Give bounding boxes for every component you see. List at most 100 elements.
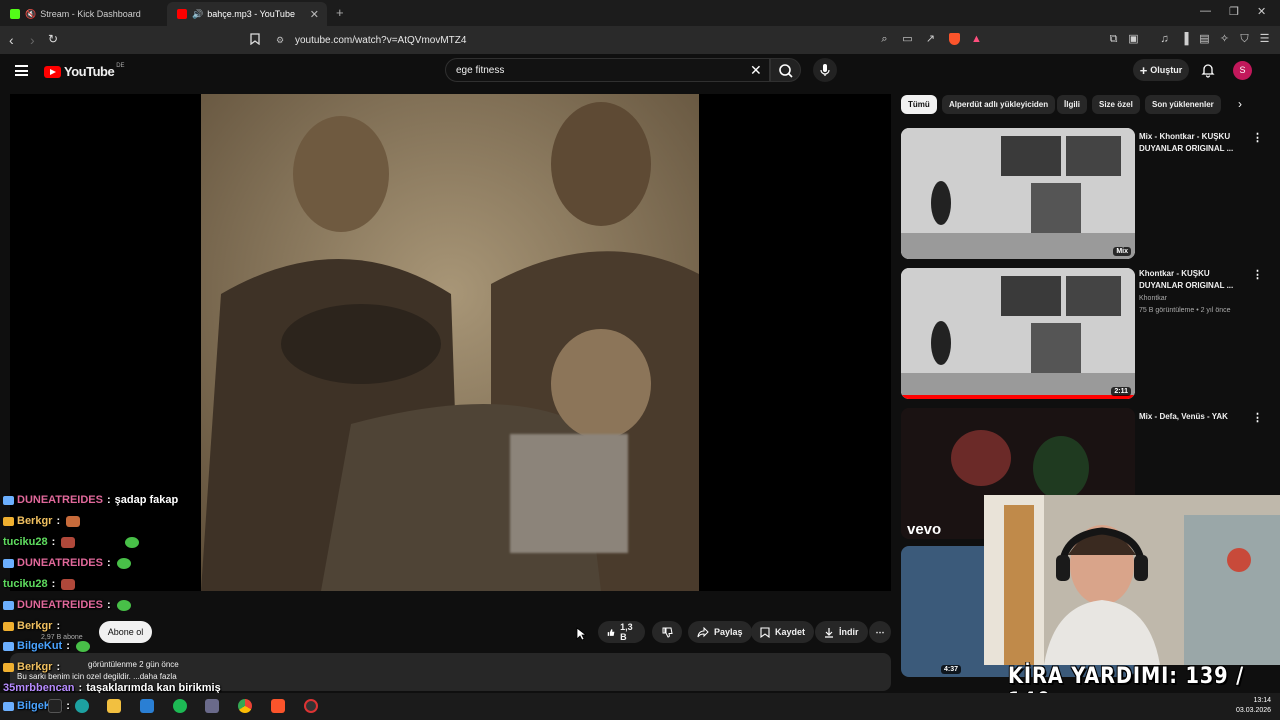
thumbs-up-icon (607, 628, 615, 636)
chat-message: tuciku28: (3, 536, 140, 548)
recommendation-meta: 75 B görüntüleme • 2 yıl önce (1139, 307, 1231, 314)
chip-from-uploader[interactable]: Alperdüt adlı yükleyiciden (942, 95, 1056, 114)
sidebar-icon[interactable]: ▐ (1178, 33, 1191, 46)
download-button[interactable]: İndir (815, 621, 868, 643)
notifications-bell-icon[interactable] (1200, 62, 1216, 78)
more-actions-button[interactable]: ⋯ (869, 621, 891, 643)
reload-icon[interactable]: ↻ (48, 32, 58, 46)
windows-taskbar (0, 693, 1280, 720)
tab-title: Stream - Kick Dashboard (40, 9, 141, 19)
cast-icon[interactable]: ▭ (901, 33, 914, 46)
account-avatar[interactable]: S (1233, 61, 1252, 80)
more-vertical-icon[interactable]: ⋮ (1252, 131, 1263, 144)
recommendation-title[interactable]: Mix - Defa, Venüs - YAK (1139, 411, 1239, 423)
show-more-link[interactable]: ...daha fazla (131, 672, 177, 681)
address-bar-row: ‹ › ↻ ⚙ youtube.com/watch?v=AtQVmovMTZ4 … (0, 26, 1280, 54)
badge-icon (3, 641, 14, 651)
bookmark-save-icon (760, 626, 770, 638)
recommendation-thumbnail[interactable]: Mix (901, 128, 1135, 259)
muted-icon[interactable]: 🔇 (25, 9, 36, 20)
speaker-icon[interactable]: 🔊 (192, 9, 203, 20)
mouse-cursor-icon (576, 627, 586, 641)
tab-youtube[interactable]: 🔊 bahçe.mp3 - YouTube ✕ (167, 2, 327, 26)
youtube-header: YouTube DE ege fitness ✕ + Oluştur S (0, 54, 1280, 90)
leo-ai-icon[interactable]: ✧ (1218, 33, 1231, 46)
spotify-icon[interactable] (173, 699, 187, 713)
file-explorer-icon[interactable] (107, 699, 121, 713)
badge-icon (3, 621, 14, 631)
recommendation-thumbnail[interactable]: 2:11 (901, 268, 1135, 399)
hamburger-menu-icon[interactable] (15, 65, 28, 76)
chrome-icon[interactable] (238, 699, 252, 713)
youtube-favicon-icon (177, 9, 187, 19)
screenshot-icon[interactable]: ▣ (1127, 33, 1140, 46)
restore-icon[interactable]: ❐ (1229, 5, 1239, 18)
system-clock[interactable]: 13:14 03.03.2026 (1236, 696, 1271, 716)
share-arrow-icon (697, 626, 709, 637)
browser-tab-bar: 🔇 Stream - Kick Dashboard 🔊 bahçe.mp3 - … (0, 0, 1280, 26)
recommendation-title[interactable]: Khontkar - KUŞKU DUYANLAR ORIGINAL ... (1139, 268, 1239, 292)
calculator-icon[interactable] (205, 699, 219, 713)
search-input[interactable]: ege fitness (445, 58, 770, 82)
share-button[interactable]: Paylaş (688, 621, 752, 643)
webcam-overlay (984, 495, 1280, 665)
create-button[interactable]: + Oluştur (1133, 59, 1189, 81)
close-tab-icon[interactable]: ✕ (310, 8, 319, 21)
search-button[interactable] (770, 58, 801, 82)
badge-icon (3, 701, 14, 711)
microphone-icon (820, 64, 830, 76)
chat-message: BilgeKut: (3, 640, 90, 652)
brave-shields-icon[interactable] (948, 33, 961, 46)
badge-icon (3, 662, 14, 672)
chip-all[interactable]: Tümü (901, 95, 937, 114)
like-button[interactable]: 1,3 B (598, 621, 645, 643)
menu-icon[interactable]: ☰ (1258, 33, 1271, 46)
site-info-icon[interactable]: ⚙ (276, 35, 284, 46)
edge-icon[interactable] (75, 699, 89, 713)
tab-kick-dashboard[interactable]: 🔇 Stream - Kick Dashboard (0, 2, 166, 26)
obs-icon[interactable] (304, 699, 318, 713)
bookmark-icon[interactable] (248, 33, 261, 46)
voice-search-button[interactable] (813, 58, 837, 82)
vpn-icon[interactable]: ⛉ (1238, 33, 1251, 46)
back-icon[interactable]: ‹ (9, 32, 14, 48)
minimize-icon[interactable]: — (1200, 5, 1211, 17)
chevron-right-icon[interactable]: › (1238, 97, 1242, 111)
chip-for-you[interactable]: Size özel (1092, 95, 1140, 114)
forward-icon[interactable]: › (30, 32, 35, 48)
more-vertical-icon[interactable]: ⋮ (1252, 411, 1263, 424)
more-vertical-icon[interactable]: ⋮ (1252, 268, 1263, 281)
youtube-logo[interactable]: YouTube DE (44, 63, 125, 79)
chat-message: Berkgr: (3, 620, 64, 632)
tab-title: bahçe.mp3 - YouTube (207, 9, 295, 19)
duration-badge: Mix (1113, 247, 1131, 256)
media-icon[interactable]: ♫ (1158, 33, 1171, 46)
chat-message: tuciku28: (3, 578, 76, 590)
extensions-icon[interactable]: ⧉ (1107, 33, 1120, 46)
view-date-meta: görüntülenme 2 gün önce (88, 660, 179, 669)
youtube-play-icon (44, 65, 61, 78)
wallet-icon[interactable]: ▤ (1198, 33, 1211, 46)
brave-icon[interactable] (271, 699, 285, 713)
chip-recently-uploaded[interactable]: Son yüklenenler (1145, 95, 1221, 114)
zoom-icon[interactable]: ⌕ (878, 33, 891, 46)
search-taskbar-icon[interactable] (48, 699, 62, 713)
brave-rewards-icon[interactable]: ▲ (970, 33, 983, 46)
save-button[interactable]: Kaydet (751, 621, 815, 643)
clear-search-icon[interactable]: ✕ (750, 62, 762, 79)
emote-icon (75, 640, 90, 652)
share-icon[interactable]: ↗ (924, 33, 937, 46)
close-window-icon[interactable]: ✕ (1257, 5, 1266, 18)
subscribe-button[interactable]: Abone ol (99, 621, 152, 643)
duration-badge: 2:11 (1111, 387, 1131, 396)
download-icon (825, 627, 833, 638)
more-horizontal-icon: ⋯ (875, 626, 885, 637)
emote-icon (61, 536, 76, 548)
recommendation-title[interactable]: Mix - Khontkar - KUŞKU DUYANLAR ORIGINAL… (1139, 131, 1239, 155)
store-icon[interactable] (140, 699, 154, 713)
recommendation-channel[interactable]: Khontkar (1139, 293, 1167, 304)
blurred-censor-box (510, 434, 628, 553)
dislike-button[interactable] (652, 621, 682, 643)
new-tab-button[interactable]: + (336, 5, 344, 20)
chip-related[interactable]: İlgili (1057, 95, 1087, 114)
